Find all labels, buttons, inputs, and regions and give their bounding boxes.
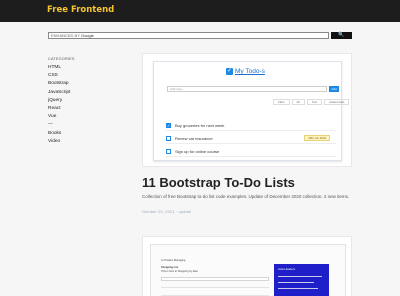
preview-panel-line <box>278 288 318 289</box>
todo-input: Add new... <box>167 86 327 92</box>
preview-divider <box>161 287 269 288</box>
todo-item: Renew car insurance 28th Jun 2020 <box>166 133 336 144</box>
preview-heading: Js Product Managing <box>161 259 186 262</box>
preview-sub2: This is how to Shopping by date <box>161 270 198 273</box>
sidebar-item-css[interactable]: CSS <box>48 72 108 80</box>
post-preview-card-2[interactable]: Js Product Managing Shopping List This i… <box>142 236 352 296</box>
sidebar-item-react[interactable]: React <box>48 105 108 113</box>
preview-panel-line <box>278 276 322 277</box>
todo-item: ✓ Buy groceries for next week <box>166 120 336 131</box>
sidebar-item-video[interactable]: Video <box>48 138 108 146</box>
sort-added-date: Added date <box>324 99 350 105</box>
search-icon: 🔍 <box>338 32 345 38</box>
preview-blue-panel: Lists Headers <box>274 264 329 296</box>
sidebar-item-vue[interactable]: Vue <box>48 113 108 121</box>
todo-preview-image: ✓ My Todo-s Add new... Add Filter All So… <box>153 61 350 161</box>
preview-input <box>161 277 269 281</box>
post-title[interactable]: 11 Bootstrap To-Do Lists <box>142 175 295 190</box>
sort-label: Sort <box>306 99 323 105</box>
preview-panel-line <box>278 282 314 283</box>
todo-add-button: Add <box>329 86 339 92</box>
todo-item: Sign up for online course <box>166 146 336 157</box>
todo-title: My Todo-s <box>235 68 265 75</box>
todo-filters: Filter All Sort Added date <box>272 99 350 105</box>
category-sidebar: CATEGORIES HTML CSS Bootstrap JavaScript… <box>48 57 108 146</box>
sidebar-divider: — <box>48 122 53 128</box>
sidebar-item-jquery[interactable]: jQuery <box>48 97 108 105</box>
site-logo[interactable]: Free Frontend <box>47 5 114 15</box>
sidebar-item-javascript[interactable]: JavaScript <box>48 89 108 97</box>
filter-label: Filter <box>273 99 290 105</box>
preview-sub1: Shopping List <box>161 266 179 269</box>
sidebar-item-html[interactable]: HTML <box>48 64 108 72</box>
checked-icon: ✓ <box>166 122 171 128</box>
sidebar-heading: CATEGORIES <box>48 57 75 61</box>
unchecked-icon <box>166 148 171 154</box>
preview-panel-title: Lists Headers <box>278 267 296 271</box>
sidebar-item-bootstrap[interactable]: Bootstrap <box>48 80 108 88</box>
sidebar-item-books[interactable]: Books <box>48 130 108 138</box>
filter-all: All <box>291 99 305 105</box>
top-navbar: Free Frontend <box>0 0 400 22</box>
due-date-badge: 28th Jun 2020 <box>304 135 330 141</box>
search-input[interactable]: ENHANCED BY Google <box>48 32 329 39</box>
search-button[interactable]: 🔍 <box>331 32 352 39</box>
post-preview-card[interactable]: ✓ My Todo-s Add new... Add Filter All So… <box>142 53 352 167</box>
search-placeholder: ENHANCED BY Google <box>51 33 94 38</box>
post-description: Collection of free Bootstrap to-do list … <box>142 194 350 199</box>
post-meta: October 20, 2021 · update <box>142 210 192 214</box>
checkbox-logo-icon: ✓ <box>226 68 233 75</box>
unchecked-icon <box>166 135 171 141</box>
todo-header: ✓ My Todo-s <box>226 68 265 75</box>
product-preview-image: Js Product Managing Shopping List This i… <box>150 244 346 296</box>
